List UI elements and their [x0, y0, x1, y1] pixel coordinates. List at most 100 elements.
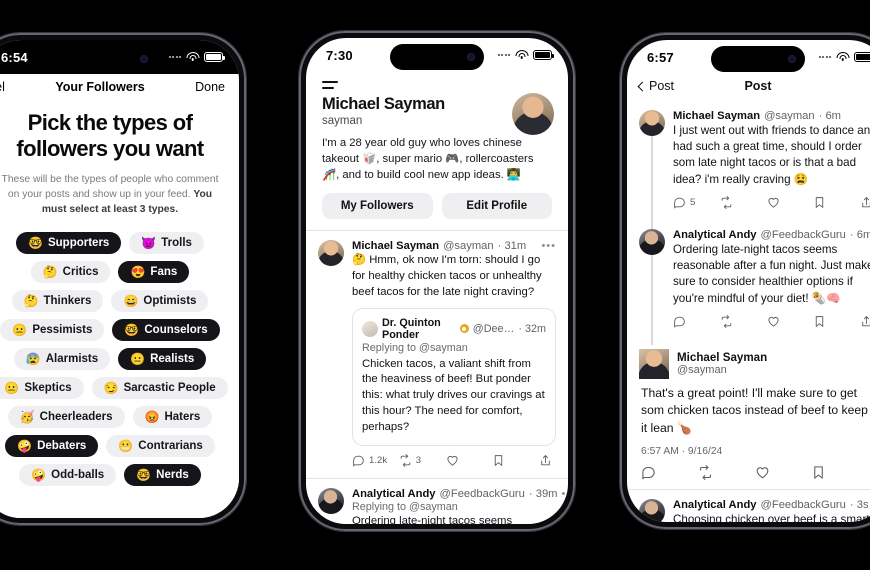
tweet-item[interactable]: Analytical Andy @FeedbackGuru · 39m ••• … [306, 479, 568, 524]
avatar[interactable] [639, 110, 665, 136]
quoted-tweet-text: Chicken tacos, a valiant shift from the … [362, 357, 545, 433]
heart-icon [446, 454, 459, 467]
chip-label: Counselors [144, 323, 208, 336]
chip-debaters[interactable]: 🤪 Debaters [5, 434, 99, 457]
like-action[interactable] [767, 196, 814, 209]
more-options-icon[interactable]: ••• [541, 240, 556, 252]
reply-count: 5 [690, 196, 696, 208]
quoted-time-value: 32m [524, 322, 546, 335]
screenshot-stage: 6:54 ancel Your Followers Done Pick the … [0, 0, 870, 570]
quoted-tweet[interactable]: Dr. Quinton Ponder @Dee… · 32m Replying … [352, 307, 556, 446]
bookmark-action[interactable] [811, 465, 868, 480]
phone-3-post-thread: 6:57 Post Post Michael Sayman @sayman · … [620, 33, 870, 529]
thread-container: Michael Sayman @sayman · 6m I just went … [627, 101, 870, 345]
back-button[interactable]: Post [637, 79, 674, 93]
chip-fans[interactable]: 😍 Fans [118, 260, 190, 283]
bookmark-action[interactable] [813, 196, 860, 209]
chip-realists[interactable]: 😐 Realists [118, 347, 207, 370]
tweet-header: Analytical Andy @FeedbackGuru · 3s [673, 499, 870, 511]
menu-icon[interactable] [306, 72, 568, 91]
chevron-left-icon [637, 81, 648, 91]
share-action[interactable] [539, 454, 552, 467]
chip-cheerleaders[interactable]: 🥳 Cheerleaders [7, 405, 125, 428]
tweet-item[interactable]: Michael Sayman @sayman · 31m ••• 🤔 Hmm, … [306, 231, 568, 478]
bookmark-action[interactable] [813, 315, 860, 328]
chip-alarmists[interactable]: 😰 Alarmists [13, 347, 111, 370]
share-action[interactable] [860, 315, 870, 328]
tweet-item[interactable]: Michael Sayman @sayman · 6m I just went … [627, 101, 870, 220]
avatar[interactable] [318, 487, 344, 514]
tweet-timestamp: · 31m [497, 240, 527, 253]
chip-thinkers[interactable]: 🤔 Thinkers [11, 289, 104, 312]
tweet-header: Analytical Andy @FeedbackGuru · 6m [673, 229, 870, 241]
avatar[interactable] [512, 93, 554, 135]
avatar[interactable] [639, 498, 665, 522]
like-action[interactable] [767, 315, 814, 328]
more-options-icon[interactable]: ••• [561, 488, 568, 500]
main-post-author-name: Michael Sayman [677, 351, 768, 365]
chip-label: Pessimists [32, 323, 93, 336]
cellular-signal-icon [168, 56, 181, 58]
main-post-author[interactable]: Michael Sayman @sayman [627, 339, 870, 379]
cancel-button[interactable]: ancel [0, 80, 5, 94]
chip-emoji-icon: 😍 [130, 264, 146, 279]
status-indicators [497, 50, 554, 60]
profile-header: Michael Sayman sayman I'm a 28 year old … [306, 91, 568, 183]
tweet-body: Michael Sayman @sayman · 31m ••• 🤔 Hmm, … [352, 240, 556, 478]
chip-contrarians[interactable]: 😬 Contrarians [106, 434, 215, 457]
heart-icon [767, 196, 780, 209]
like-action[interactable] [755, 465, 812, 480]
reply-action[interactable]: 5 [673, 196, 720, 209]
repost-action[interactable] [698, 464, 755, 480]
chip-odd-balls[interactable]: 🤪 Odd-balls [19, 463, 117, 486]
like-action[interactable] [446, 454, 493, 467]
bookmark-icon [813, 315, 826, 328]
chip-skeptics[interactable]: 😐 Skeptics [0, 376, 84, 399]
repost-icon [698, 464, 713, 480]
comment-icon [673, 196, 686, 209]
avatar[interactable] [318, 240, 344, 267]
status-indicators [168, 52, 225, 62]
chip-emoji-icon: 🤪 [17, 438, 33, 453]
repost-icon [720, 314, 733, 328]
tweet-author-handle: @sayman [443, 240, 494, 253]
tweet-text: Ordering late-night tacos seems reasonab… [673, 242, 870, 305]
my-followers-button[interactable]: My Followers [322, 193, 433, 220]
done-button[interactable]: Done [195, 80, 225, 94]
chip-counselors[interactable]: 🤓 Counselors [112, 318, 220, 341]
chip-sarcastic-people[interactable]: 😏 Sarcastic People [91, 376, 228, 399]
chip-critics[interactable]: 🤔 Critics [30, 260, 111, 283]
chip-label: Optimists [143, 294, 197, 307]
chip-haters[interactable]: 😡 Haters [132, 405, 213, 428]
tweet-author-name: Analytical Andy [352, 487, 436, 500]
repost-count: 3 [415, 454, 422, 466]
repost-action[interactable]: 3 [399, 453, 446, 467]
reply-action[interactable] [641, 465, 698, 480]
edit-profile-button[interactable]: Edit Profile [441, 193, 552, 220]
chip-emoji-icon: 🤔 [23, 293, 39, 308]
share-action[interactable] [860, 196, 870, 209]
reply-action[interactable] [673, 315, 720, 328]
avatar[interactable] [639, 348, 669, 379]
chip-nerds[interactable]: 🤓 Nerds [124, 463, 201, 486]
chip-supporters[interactable]: 🤓 Supporters [16, 231, 122, 254]
tweet-item[interactable]: Analytical Andy @FeedbackGuru · 6m Order… [627, 220, 870, 339]
tweet-body: Analytical Andy @FeedbackGuru · 3s Choos… [673, 499, 870, 522]
chip-trolls[interactable]: 👿 Trolls [129, 231, 204, 254]
front-camera-icon [140, 55, 148, 63]
chip-emoji-icon: 😰 [25, 351, 41, 366]
chip-emoji-icon: 👿 [141, 235, 157, 250]
tweet-timestamp: · 39m [528, 487, 558, 500]
repost-action[interactable] [720, 314, 767, 328]
chip-optimists[interactable]: 😄 Optimists [111, 289, 209, 312]
page-title: Your Followers [55, 80, 145, 94]
tweet-header: Michael Sayman @sayman · 31m ••• [352, 240, 556, 252]
repost-action[interactable] [720, 195, 767, 209]
reply-action[interactable]: 1.2k [352, 454, 399, 467]
verified-badge-icon [459, 324, 469, 334]
bookmark-action[interactable] [492, 454, 539, 467]
replying-to-label: Replying to @sayman [362, 341, 468, 354]
tweet-item[interactable]: Analytical Andy @FeedbackGuru · 3s Choos… [627, 490, 870, 522]
avatar[interactable] [639, 228, 665, 255]
chip-pessimists[interactable]: 😐 Pessimists [0, 318, 105, 341]
